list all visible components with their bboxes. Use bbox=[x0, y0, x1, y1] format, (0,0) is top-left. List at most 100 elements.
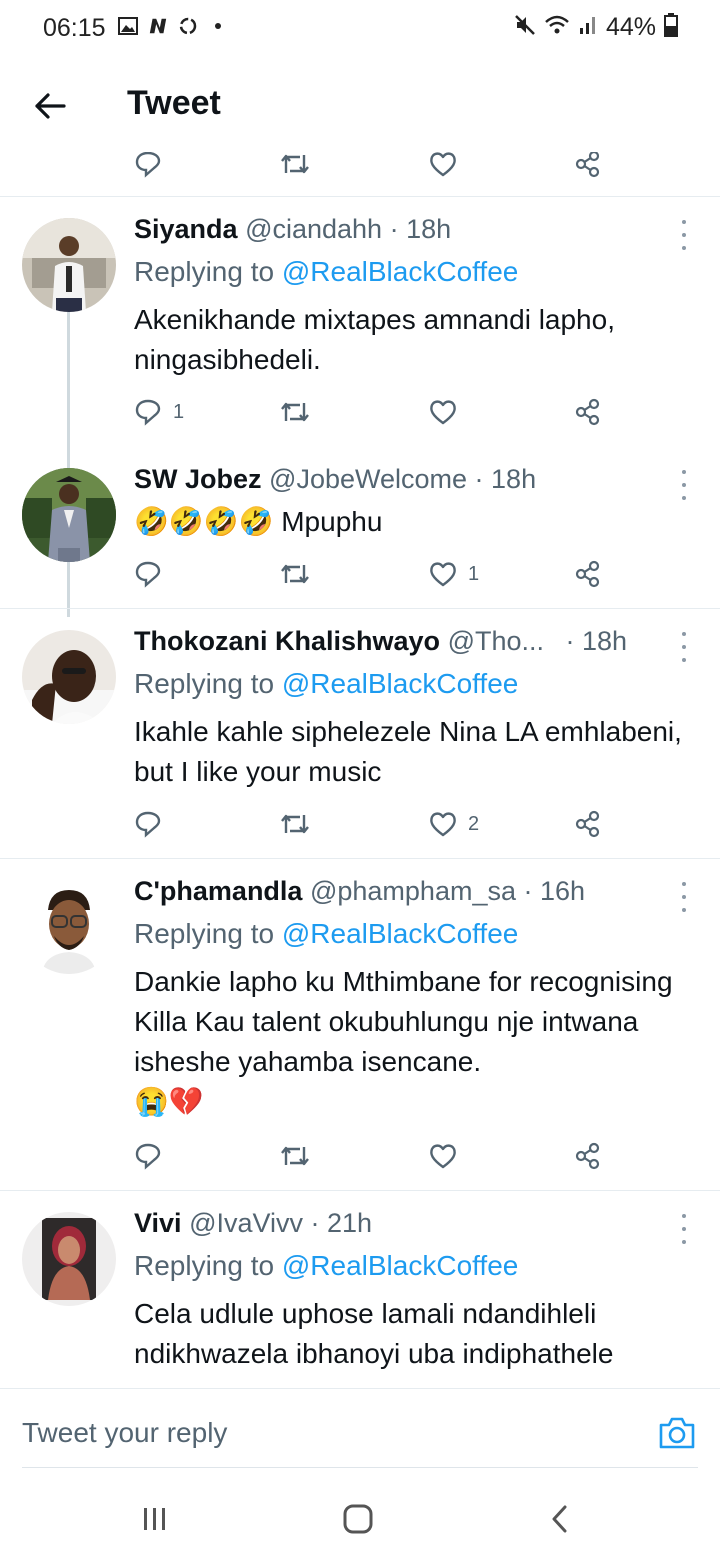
more-options-button[interactable] bbox=[676, 220, 692, 250]
timestamp: · 16h bbox=[523, 876, 586, 906]
status-system-icons: 44% bbox=[514, 13, 678, 42]
chevron-left-icon bbox=[552, 1505, 567, 1533]
retweet-icon bbox=[281, 564, 309, 584]
tweet-header: C'phamandla @phampham_sa · 16h bbox=[134, 876, 585, 907]
retweet-button[interactable] bbox=[278, 804, 312, 844]
retweet-button[interactable] bbox=[278, 392, 312, 432]
like-button[interactable]: 2 bbox=[428, 804, 479, 844]
app-header: Tweet bbox=[0, 60, 720, 152]
retweet-button[interactable] bbox=[278, 152, 312, 184]
handle[interactable]: @IvaVivv bbox=[189, 1208, 303, 1238]
more-options-button[interactable] bbox=[676, 632, 692, 662]
mention-link[interactable]: @RealBlackCoffee bbox=[282, 918, 518, 949]
retweet-button[interactable] bbox=[278, 554, 312, 594]
display-name[interactable]: C'phamandla bbox=[134, 876, 302, 906]
retweet-button[interactable] bbox=[278, 1136, 312, 1176]
reply-input[interactable]: Tweet your reply bbox=[22, 1417, 227, 1449]
share-button[interactable] bbox=[573, 554, 603, 594]
heart-icon bbox=[430, 1144, 456, 1169]
camera-icon bbox=[659, 1417, 695, 1449]
share-icon bbox=[575, 1142, 600, 1170]
handle[interactable]: @Tho... bbox=[448, 626, 544, 656]
replying-label: Replying to bbox=[134, 918, 275, 949]
retweet-icon bbox=[281, 402, 309, 422]
tweet-header: Thokozani Khalishwayo @Tho... · 18h bbox=[134, 626, 627, 657]
avatar[interactable] bbox=[22, 218, 116, 312]
tweet-text: Cela udlule uphose lamali ndandihleli nd… bbox=[134, 1298, 614, 1369]
share-button[interactable] bbox=[573, 804, 603, 844]
replying-label: Replying to bbox=[134, 668, 275, 699]
like-button[interactable] bbox=[428, 152, 458, 184]
avatar[interactable] bbox=[22, 880, 116, 974]
timestamp: · 21h bbox=[310, 1208, 373, 1238]
tweet-text: Ikahle kahle siphelezele Nina LA emhlabe… bbox=[134, 716, 682, 787]
like-button[interactable]: 1 bbox=[428, 554, 479, 594]
tweet-body: Mpuphu bbox=[281, 506, 383, 537]
timestamp: · 18h bbox=[565, 626, 628, 656]
handle[interactable]: @JobeWelcome bbox=[269, 464, 467, 494]
thread-line bbox=[67, 302, 70, 617]
camera-button[interactable] bbox=[657, 1415, 697, 1451]
signal-icon bbox=[578, 14, 598, 41]
heart-icon bbox=[430, 812, 456, 837]
status-time: 06:15 bbox=[43, 14, 106, 42]
display-name[interactable]: Vivi bbox=[134, 1208, 182, 1238]
image-icon bbox=[118, 16, 138, 36]
mute-icon bbox=[514, 14, 536, 41]
like-button[interactable] bbox=[428, 1136, 458, 1176]
like-count: 1 bbox=[468, 562, 480, 585]
recent-apps-button[interactable] bbox=[137, 1501, 173, 1537]
replying-label: Replying to bbox=[134, 256, 275, 287]
share-button[interactable] bbox=[573, 152, 603, 184]
reply-button[interactable] bbox=[133, 554, 163, 594]
share-button[interactable] bbox=[573, 1136, 603, 1176]
mention-link[interactable]: @RealBlackCoffee bbox=[282, 668, 518, 699]
back-button[interactable] bbox=[30, 86, 70, 126]
android-nav-bar bbox=[0, 1475, 720, 1560]
reply-bar: Tweet your reply bbox=[0, 1388, 720, 1469]
reply-underline bbox=[22, 1467, 698, 1468]
mention-link[interactable]: @RealBlackCoffee bbox=[282, 1250, 518, 1281]
display-name[interactable]: SW Jobez bbox=[134, 464, 262, 494]
share-icon bbox=[575, 560, 600, 588]
tweet-actions: 1 bbox=[133, 554, 613, 594]
mention-link[interactable]: @RealBlackCoffee bbox=[282, 256, 518, 287]
avatar[interactable] bbox=[22, 468, 116, 562]
share-icon bbox=[575, 398, 600, 426]
share-icon bbox=[575, 152, 600, 178]
home-button[interactable] bbox=[340, 1501, 376, 1537]
replying-label: Replying to bbox=[134, 1250, 275, 1281]
reply-button[interactable] bbox=[133, 1136, 163, 1176]
reply-count: 1 bbox=[173, 400, 185, 423]
replying-to: Replying to @RealBlackCoffee bbox=[134, 256, 518, 288]
status-notification-icons bbox=[118, 16, 228, 36]
more-options-button[interactable] bbox=[676, 882, 692, 912]
reply-icon bbox=[135, 399, 161, 426]
more-options-button[interactable] bbox=[676, 1214, 692, 1244]
share-button[interactable] bbox=[573, 392, 603, 432]
avatar[interactable] bbox=[22, 630, 116, 724]
display-name[interactable]: Siyanda bbox=[134, 214, 238, 244]
reply-button[interactable] bbox=[133, 804, 163, 844]
reply-button[interactable]: 1 bbox=[133, 392, 184, 432]
tweet-header: Vivi @IvaVivv · 21h bbox=[134, 1208, 372, 1239]
like-button[interactable] bbox=[428, 392, 458, 432]
reply-button[interactable] bbox=[133, 152, 163, 184]
back-arrow-icon bbox=[35, 93, 66, 119]
back-nav-button[interactable] bbox=[542, 1501, 578, 1537]
status-bar: 06:15 44% bbox=[0, 0, 720, 58]
handle[interactable]: @ciandahh bbox=[245, 214, 382, 244]
like-count: 2 bbox=[468, 812, 480, 835]
handle[interactable]: @phampham_sa bbox=[310, 876, 516, 906]
retweet-icon bbox=[281, 814, 309, 834]
divider bbox=[0, 1190, 720, 1191]
avatar[interactable] bbox=[22, 1212, 116, 1306]
tweet-text: Akenikhande mixtapes amnandi lapho, ning… bbox=[134, 304, 615, 375]
reply-icon bbox=[135, 561, 161, 588]
tweet-actions: 2 bbox=[133, 804, 613, 844]
more-options-button[interactable] bbox=[676, 470, 692, 500]
divider bbox=[0, 196, 720, 197]
tweet-text: 🤣🤣🤣🤣 Mpuphu bbox=[134, 502, 694, 542]
display-name[interactable]: Thokozani Khalishwayo bbox=[134, 626, 440, 656]
recent-apps-icon bbox=[144, 1508, 165, 1530]
